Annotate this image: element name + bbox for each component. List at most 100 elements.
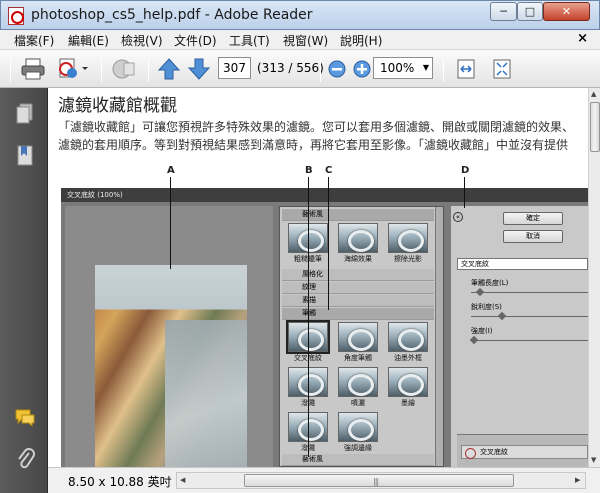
callout-line-d bbox=[464, 177, 465, 208]
print-icon[interactable] bbox=[20, 58, 46, 80]
figure-slider bbox=[471, 316, 588, 317]
figure-param-label: 筆觸長度(L) bbox=[471, 279, 509, 287]
figure-collapse-icon: « bbox=[453, 212, 463, 222]
callout-line-a bbox=[170, 177, 171, 269]
figure-thumbnail bbox=[388, 367, 428, 397]
zoom-in-icon[interactable] bbox=[352, 59, 372, 79]
scroll-down-icon[interactable]: ▼ bbox=[591, 456, 596, 464]
title-bar: photoshop_cs5_help.pdf - Adobe Reader ─ … bbox=[0, 0, 600, 30]
figure-ok-button: 確定 bbox=[503, 212, 563, 225]
figure-thumb-label: 海綿效果 bbox=[344, 255, 372, 263]
figure-label-b: B bbox=[305, 165, 313, 176]
menu-edit[interactable]: 編輯(E) bbox=[68, 32, 109, 49]
menu-tools[interactable]: 工具(T) bbox=[229, 32, 270, 49]
vertical-scrollbar[interactable]: ▲ ▼ bbox=[588, 88, 600, 467]
scroll-up-icon[interactable]: ▲ bbox=[591, 90, 596, 98]
document-view[interactable]: 濾鏡收藏館概觀 「濾鏡收藏館」可讓您預視許多特殊效果的濾鏡。您可以套用多個濾鏡、… bbox=[48, 88, 588, 467]
pages-icon[interactable] bbox=[16, 103, 34, 125]
bookmarks-icon[interactable] bbox=[16, 145, 34, 167]
zoom-level-select[interactable]: 100% ▼ bbox=[373, 57, 433, 79]
figure-thumbnail bbox=[338, 412, 378, 442]
window-title: photoshop_cs5_help.pdf - Adobe Reader bbox=[31, 7, 313, 23]
figure-layer-row: 交叉底紋 bbox=[461, 445, 588, 459]
figure-param-label: 強度(I) bbox=[471, 327, 493, 335]
callout-line-c bbox=[328, 177, 329, 310]
figure-filter-list: 藝術風 粗糙蠟筆 海綿效果 擦除光影 風格化 紋理 素描 筆觸 交叉底紋 角度筆… bbox=[279, 206, 444, 467]
figure-preview-image bbox=[95, 265, 247, 467]
figure-category: 筆觸 bbox=[282, 308, 434, 320]
figure-thumb-label: 油墨外框 bbox=[394, 354, 422, 362]
figure-cancel-button: 取消 bbox=[503, 230, 563, 243]
figure-thumb-label: 擦除光影 bbox=[394, 255, 422, 263]
chevron-down-icon: ▼ bbox=[422, 63, 429, 72]
menu-window[interactable]: 視窗(W) bbox=[283, 32, 328, 49]
horizontal-scroll-thumb[interactable]: ||| bbox=[244, 474, 514, 487]
figure-thumb-label: 強調邊緣 bbox=[344, 444, 372, 452]
page-count: (313 / 556) bbox=[257, 61, 324, 75]
filter-gallery-figure: 交叉底紋 (100%) 藝術風 粗糙蠟筆 海綿效果 擦除光影 風格化 紋理 素描… bbox=[61, 188, 588, 467]
figure-thumb-label: 角度筆觸 bbox=[344, 354, 372, 362]
figure-category: 藝術風 bbox=[282, 454, 434, 466]
close-document-button[interactable]: × bbox=[577, 31, 588, 46]
horizontal-scrollbar[interactable]: ◀ ||| ▶ bbox=[176, 472, 586, 489]
zoom-level-value: 100% bbox=[380, 61, 415, 75]
collaborate-icon bbox=[112, 59, 135, 79]
figure-thumbnail bbox=[338, 322, 378, 352]
body-text-line-2: 濾鏡的套用順序。等到對預視結果感到滿意時，再將它套用至影像。「濾鏡收藏館」中並沒… bbox=[58, 138, 569, 152]
pdf-file-icon bbox=[8, 7, 24, 25]
previous-page-icon[interactable] bbox=[157, 57, 181, 81]
minimize-button[interactable]: ─ bbox=[490, 2, 517, 21]
figure-settings-pane: « 確定 取消 交叉底紋 筆觸長度(L) 銳利度(S) 強度(I) 交叉底紋 bbox=[451, 206, 588, 467]
close-button[interactable]: ✕ bbox=[543, 2, 590, 21]
menu-view[interactable]: 檢視(V) bbox=[121, 32, 163, 49]
figure-filter-select: 交叉底紋 bbox=[457, 258, 588, 270]
page-number-input[interactable]: 307 bbox=[218, 57, 251, 79]
grip-icon: ||| bbox=[373, 477, 379, 486]
figure-thumbnail bbox=[338, 223, 378, 253]
navigation-panel bbox=[0, 88, 48, 493]
zoom-out-icon[interactable] bbox=[327, 59, 347, 79]
scroll-left-icon[interactable]: ◀ bbox=[180, 476, 185, 484]
figure-category: 素描 bbox=[282, 295, 434, 307]
menu-document[interactable]: 文件(D) bbox=[174, 32, 217, 49]
menu-file[interactable]: 檔案(F) bbox=[14, 32, 54, 49]
figure-category: 藝術風 bbox=[282, 209, 434, 221]
figure-thumbnail bbox=[388, 322, 428, 352]
figure-category: 風格化 bbox=[282, 269, 434, 281]
figure-thumbnail bbox=[388, 223, 428, 253]
body-text-line-1: 「濾鏡收藏館」可讓您預視許多特殊效果的濾鏡。您可以套用多個濾鏡、開啟或關閉濾鏡的… bbox=[58, 120, 575, 134]
figure-slider-knob bbox=[497, 311, 507, 321]
section-heading: 濾鏡收藏館概觀 bbox=[58, 96, 177, 116]
figure-slider-knob bbox=[475, 287, 485, 297]
next-page-icon[interactable] bbox=[187, 57, 211, 81]
figure-thumbnail bbox=[338, 367, 378, 397]
figure-label-a: A bbox=[167, 165, 175, 176]
full-screen-icon[interactable] bbox=[491, 58, 513, 80]
figure-slider bbox=[471, 340, 588, 341]
figure-preview-pane bbox=[65, 206, 273, 467]
figure-category: 紋理 bbox=[282, 282, 434, 294]
figure-layer-panel: 交叉底紋 bbox=[457, 434, 588, 467]
page-size-label: 8.50 x 10.88 英吋 bbox=[68, 475, 172, 489]
menu-bar: 檔案(F) 編輯(E) 檢視(V) 文件(D) 工具(T) 視窗(W) 說明(H… bbox=[0, 30, 600, 50]
attachments-icon[interactable] bbox=[16, 448, 36, 472]
figure-label-c: C bbox=[325, 165, 333, 176]
comments-icon[interactable] bbox=[14, 408, 36, 428]
figure-label-d: D bbox=[461, 165, 470, 176]
maximize-button[interactable]: □ bbox=[517, 2, 543, 21]
callout-line-b bbox=[308, 177, 309, 457]
scroll-right-icon[interactable]: ▶ bbox=[575, 476, 580, 484]
status-bar: 8.50 x 10.88 英吋 ◀ ||| ▶ bbox=[48, 467, 600, 493]
vertical-scroll-thumb[interactable] bbox=[590, 102, 600, 152]
figure-dialog-title: 交叉底紋 (100%) bbox=[61, 188, 588, 202]
figure-thumb-label: 噴灑 bbox=[351, 399, 365, 407]
scroll-mode-icon[interactable] bbox=[455, 58, 477, 80]
create-pdf-icon[interactable] bbox=[56, 57, 90, 81]
figure-param-label: 銳利度(S) bbox=[471, 303, 502, 311]
figure-scrollbar bbox=[435, 207, 443, 466]
menu-help[interactable]: 說明(H) bbox=[340, 32, 382, 49]
figure-slider-knob bbox=[469, 335, 479, 345]
toolbar: 307 (313 / 556) 100% ▼ bbox=[0, 50, 600, 88]
figure-slider bbox=[471, 292, 588, 293]
figure-thumb-label: 墨繪 bbox=[401, 399, 415, 407]
